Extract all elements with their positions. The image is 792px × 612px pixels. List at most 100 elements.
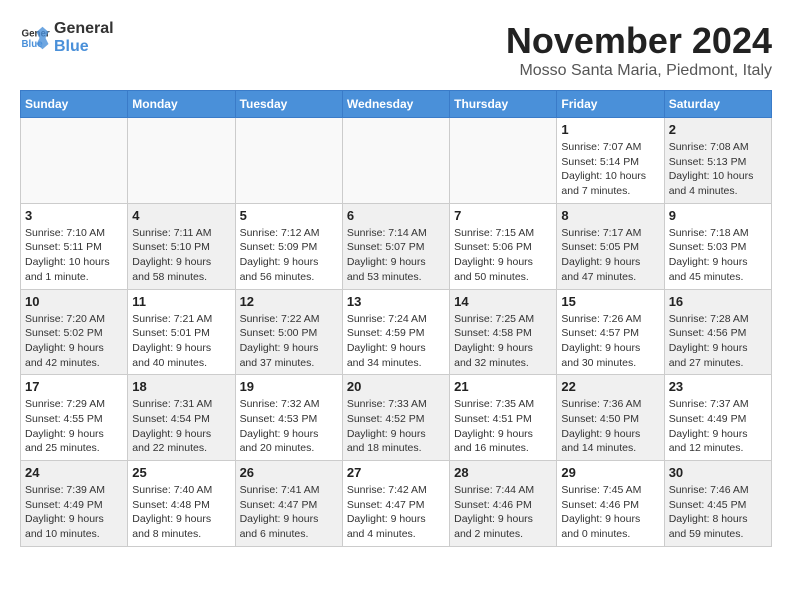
calendar-header-row: Sunday Monday Tuesday Wednesday Thursday… [21,91,772,118]
calendar-cell: 17 Sunrise: 7:29 AM Sunset: 4:55 PM Dayli… [21,375,128,461]
day-number: 13 [347,294,445,309]
location-title: Mosso Santa Maria, Piedmont, Italy [506,62,772,80]
day-number: 1 [561,122,659,137]
logo-general-text: General [54,20,114,38]
page-header: General Blue General Blue November 2024 … [20,20,772,80]
day-info: Sunrise: 7:28 AM Sunset: 4:56 PM Dayligh… [669,312,767,371]
calendar-cell [450,118,557,204]
logo-icon: General Blue [20,23,50,53]
calendar-cell: 6 Sunrise: 7:14 AM Sunset: 5:07 PM Daylig… [342,203,449,289]
day-info: Sunrise: 7:29 AM Sunset: 4:55 PM Dayligh… [25,397,123,456]
day-number: 7 [454,208,552,223]
day-info: Sunrise: 7:14 AM Sunset: 5:07 PM Dayligh… [347,226,445,285]
week-row-4: 17 Sunrise: 7:29 AM Sunset: 4:55 PM Dayli… [21,375,772,461]
calendar-cell: 30Sunrise: 7:46 AM Sunset: 4:45 PM Dayli… [664,461,771,547]
day-info: Sunrise: 7:12 AM Sunset: 5:09 PM Dayligh… [240,226,338,285]
day-number: 19 [240,379,338,394]
day-info: Sunrise: 7:39 AM Sunset: 4:49 PM Dayligh… [25,483,123,542]
calendar-cell: 3 Sunrise: 7:10 AM Sunset: 5:11 PM Daylig… [21,203,128,289]
calendar-cell: 21 Sunrise: 7:35 AM Sunset: 4:51 PM Dayli… [450,375,557,461]
day-number: 5 [240,208,338,223]
calendar-cell: 25Sunrise: 7:40 AM Sunset: 4:48 PM Dayli… [128,461,235,547]
day-info: Sunrise: 7:45 AM Sunset: 4:46 PM Dayligh… [561,483,659,542]
day-info: Sunrise: 7:37 AM Sunset: 4:49 PM Dayligh… [669,397,767,456]
day-number: 3 [25,208,123,223]
day-info: Sunrise: 7:31 AM Sunset: 4:54 PM Dayligh… [132,397,230,456]
calendar-cell: 28Sunrise: 7:44 AM Sunset: 4:46 PM Dayli… [450,461,557,547]
calendar-cell: 1 Sunrise: 7:07 AM Sunset: 5:14 PM Daylig… [557,118,664,204]
day-info: Sunrise: 7:26 AM Sunset: 4:57 PM Dayligh… [561,312,659,371]
day-info: Sunrise: 7:08 AM Sunset: 5:13 PM Dayligh… [669,140,767,199]
title-section: November 2024 Mosso Santa Maria, Piedmon… [506,20,772,80]
week-row-5: 24 Sunrise: 7:39 AM Sunset: 4:49 PM Dayli… [21,461,772,547]
day-info: Sunrise: 7:18 AM Sunset: 5:03 PM Dayligh… [669,226,767,285]
day-info: Sunrise: 7:46 AM Sunset: 4:45 PM Dayligh… [669,483,767,542]
day-number: 12 [240,294,338,309]
day-number: 21 [454,379,552,394]
week-row-3: 10 Sunrise: 7:20 AM Sunset: 5:02 PM Dayli… [21,289,772,375]
header-tuesday: Tuesday [235,91,342,118]
calendar-cell: 8 Sunrise: 7:17 AM Sunset: 5:05 PM Daylig… [557,203,664,289]
calendar-cell: 9 Sunrise: 7:18 AM Sunset: 5:03 PM Daylig… [664,203,771,289]
day-number: 26 [240,465,338,480]
day-number: 18 [132,379,230,394]
day-number: 29 [561,465,659,480]
header-friday: Friday [557,91,664,118]
day-info: Sunrise: 7:41 AM Sunset: 4:47 PM Dayligh… [240,483,338,542]
day-number: 4 [132,208,230,223]
header-wednesday: Wednesday [342,91,449,118]
logo: General Blue General Blue [20,20,114,55]
day-number: 27 [347,465,445,480]
header-thursday: Thursday [450,91,557,118]
day-info: Sunrise: 7:33 AM Sunset: 4:52 PM Dayligh… [347,397,445,456]
day-number: 11 [132,294,230,309]
day-info: Sunrise: 7:42 AM Sunset: 4:47 PM Dayligh… [347,483,445,542]
day-number: 22 [561,379,659,394]
calendar-cell [21,118,128,204]
day-number: 2 [669,122,767,137]
calendar-cell: 27 Sunrise: 7:42 AM Sunset: 4:47 PM Dayli… [342,461,449,547]
calendar-cell: 22 Sunrise: 7:36 AM Sunset: 4:50 PM Dayli… [557,375,664,461]
day-number: 9 [669,208,767,223]
calendar-table: Sunday Monday Tuesday Wednesday Thursday… [20,90,772,547]
calendar-cell [128,118,235,204]
day-info: Sunrise: 7:10 AM Sunset: 5:11 PM Dayligh… [25,226,123,285]
day-number: 20 [347,379,445,394]
day-info: Sunrise: 7:44 AM Sunset: 4:46 PM Dayligh… [454,483,552,542]
day-info: Sunrise: 7:15 AM Sunset: 5:06 PM Dayligh… [454,226,552,285]
day-number: 10 [25,294,123,309]
day-info: Sunrise: 7:07 AM Sunset: 5:14 PM Dayligh… [561,140,659,199]
day-info: Sunrise: 7:40 AM Sunset: 4:48 PM Dayligh… [132,483,230,542]
calendar-cell: 4Sunrise: 7:11 AM Sunset: 5:10 PM Daylig… [128,203,235,289]
week-row-2: 3 Sunrise: 7:10 AM Sunset: 5:11 PM Daylig… [21,203,772,289]
day-number: 15 [561,294,659,309]
calendar-cell: 19Sunrise: 7:32 AM Sunset: 4:53 PM Dayli… [235,375,342,461]
day-number: 24 [25,465,123,480]
calendar-cell: 12Sunrise: 7:22 AM Sunset: 5:00 PM Dayli… [235,289,342,375]
day-number: 23 [669,379,767,394]
header-saturday: Saturday [664,91,771,118]
calendar-cell: 7 Sunrise: 7:15 AM Sunset: 5:06 PM Daylig… [450,203,557,289]
calendar-cell: 26 Sunrise: 7:41 AM Sunset: 4:47 PM Dayli… [235,461,342,547]
day-info: Sunrise: 7:20 AM Sunset: 5:02 PM Dayligh… [25,312,123,371]
day-info: Sunrise: 7:25 AM Sunset: 4:58 PM Dayligh… [454,312,552,371]
day-number: 8 [561,208,659,223]
calendar-cell: 5 Sunrise: 7:12 AM Sunset: 5:09 PM Daylig… [235,203,342,289]
calendar-cell: 15 Sunrise: 7:26 AM Sunset: 4:57 PM Dayli… [557,289,664,375]
header-monday: Monday [128,91,235,118]
calendar-cell: 13Sunrise: 7:24 AM Sunset: 4:59 PM Dayli… [342,289,449,375]
day-number: 14 [454,294,552,309]
calendar-cell: 11 Sunrise: 7:21 AM Sunset: 5:01 PM Dayli… [128,289,235,375]
calendar-cell [235,118,342,204]
day-number: 17 [25,379,123,394]
calendar-cell: 18 Sunrise: 7:31 AM Sunset: 4:54 PM Dayli… [128,375,235,461]
day-info: Sunrise: 7:17 AM Sunset: 5:05 PM Dayligh… [561,226,659,285]
calendar-cell: 23 Sunrise: 7:37 AM Sunset: 4:49 PM Dayli… [664,375,771,461]
day-info: Sunrise: 7:35 AM Sunset: 4:51 PM Dayligh… [454,397,552,456]
day-info: Sunrise: 7:21 AM Sunset: 5:01 PM Dayligh… [132,312,230,371]
day-info: Sunrise: 7:36 AM Sunset: 4:50 PM Dayligh… [561,397,659,456]
week-row-1: 1 Sunrise: 7:07 AM Sunset: 5:14 PM Daylig… [21,118,772,204]
calendar-cell: 29 Sunrise: 7:45 AM Sunset: 4:46 PM Dayli… [557,461,664,547]
calendar-cell: 10 Sunrise: 7:20 AM Sunset: 5:02 PM Dayli… [21,289,128,375]
day-number: 6 [347,208,445,223]
